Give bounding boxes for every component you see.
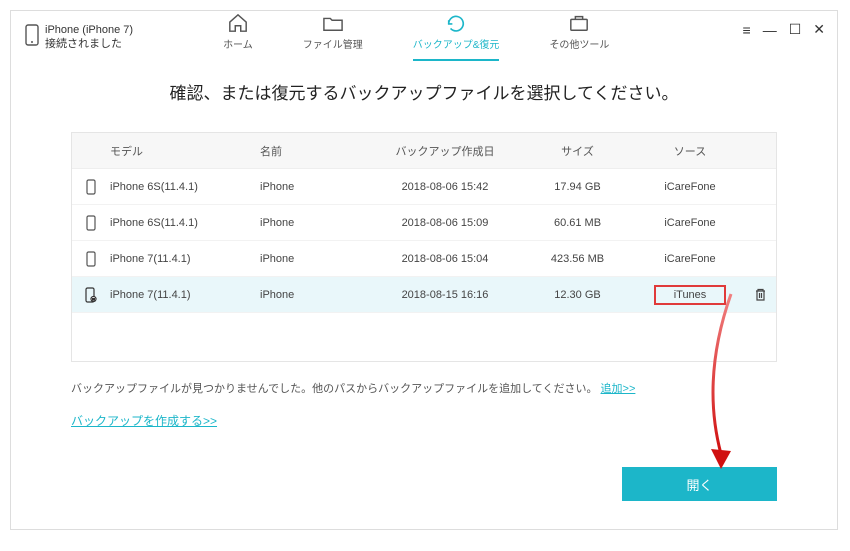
- cell-source: iCareFone: [635, 253, 745, 265]
- phone-icon: [25, 24, 39, 51]
- tab-files-label: ファイル管理: [303, 36, 363, 51]
- add-link[interactable]: 追加>>: [601, 383, 636, 395]
- notfound-text: バックアップファイルが見つかりませんでした。他のパスからバックアップファイルを追…: [71, 383, 597, 395]
- cell-name: iPhone: [260, 181, 370, 193]
- cell-source: iCareFone: [635, 181, 745, 193]
- cell-source: iCareFone: [635, 217, 745, 229]
- minimize-button[interactable]: —: [763, 22, 777, 38]
- delete-button[interactable]: [745, 288, 775, 302]
- open-button[interactable]: 開く: [622, 467, 777, 501]
- tab-home-label: ホーム: [223, 36, 253, 51]
- cell-name: iPhone: [260, 253, 370, 265]
- phone-icon: [72, 251, 110, 267]
- cell-name: iPhone: [260, 217, 370, 229]
- cell-size: 12.30 GB: [520, 289, 635, 301]
- table-row[interactable]: iPhone 6S(11.4.1) iPhone 2018-08-06 15:0…: [72, 205, 776, 241]
- cell-model: iPhone 6S(11.4.1): [110, 217, 260, 229]
- th-size: サイズ: [520, 143, 635, 159]
- cell-model: iPhone 6S(11.4.1): [110, 181, 260, 193]
- create-backup-link[interactable]: バックアップを作成する>>: [71, 412, 217, 429]
- device-info: iPhone (iPhone 7) 接続されました: [25, 23, 133, 51]
- titlebar: iPhone (iPhone 7) 接続されました ホーム ファイル管理 バック…: [11, 11, 837, 55]
- cell-model: iPhone 7(11.4.1): [110, 289, 260, 301]
- table-row[interactable]: iPhone 6S(11.4.1) iPhone 2018-08-06 15:4…: [72, 169, 776, 205]
- table-row[interactable]: iPhone 7(11.4.1) iPhone 2018-08-15 16:16…: [72, 277, 776, 313]
- cell-size: 423.56 MB: [520, 253, 635, 265]
- phone-icon: [72, 179, 110, 195]
- menu-icon[interactable]: ≡: [743, 22, 751, 38]
- th-date: バックアップ作成日: [370, 143, 520, 159]
- phone-icon: [72, 215, 110, 231]
- cell-model: iPhone 7(11.4.1): [110, 253, 260, 265]
- close-button[interactable]: ✕: [813, 21, 825, 38]
- tab-backup-label: バックアップ&復元: [413, 36, 500, 51]
- cell-date: 2018-08-06 15:04: [370, 253, 520, 265]
- footer: バックアップファイルが見つかりませんでした。他のパスからバックアップファイルを追…: [71, 380, 777, 430]
- page-prompt: 確認、または復元するバックアップファイルを選択してください。: [71, 79, 777, 104]
- cell-source: iTunes: [635, 285, 745, 305]
- table-header: モデル 名前 バックアップ作成日 サイズ ソース: [72, 133, 776, 169]
- device-status: 接続されました: [45, 37, 133, 51]
- cell-date: 2018-08-06 15:42: [370, 181, 520, 193]
- th-name: 名前: [260, 143, 370, 159]
- tab-tools[interactable]: その他ツール: [549, 13, 609, 61]
- maximize-button[interactable]: ☐: [789, 21, 802, 38]
- cell-name: iPhone: [260, 289, 370, 301]
- app-window: iPhone (iPhone 7) 接続されました ホーム ファイル管理 バック…: [10, 10, 838, 530]
- th-model: モデル: [110, 143, 260, 159]
- tab-files[interactable]: ファイル管理: [303, 13, 363, 61]
- th-source: ソース: [635, 143, 745, 159]
- phone-lock-icon: [72, 287, 110, 303]
- table-row[interactable]: iPhone 7(11.4.1) iPhone 2018-08-06 15:04…: [72, 241, 776, 277]
- device-name: iPhone (iPhone 7): [45, 23, 133, 37]
- cell-size: 60.61 MB: [520, 217, 635, 229]
- backup-table: モデル 名前 バックアップ作成日 サイズ ソース iPhone 6S(11.4.…: [71, 132, 777, 362]
- tab-home[interactable]: ホーム: [223, 13, 253, 61]
- window-controls: ≡ — ☐ ✕: [743, 21, 825, 38]
- tab-tools-label: その他ツール: [549, 36, 609, 51]
- cell-size: 17.94 GB: [520, 181, 635, 193]
- source-highlight: iTunes: [654, 285, 727, 305]
- tab-backup[interactable]: バックアップ&復元: [413, 13, 500, 61]
- cell-date: 2018-08-15 16:16: [370, 289, 520, 301]
- cell-date: 2018-08-06 15:09: [370, 217, 520, 229]
- main-content: 確認、または復元するバックアップファイルを選択してください。 モデル 名前 バッ…: [11, 55, 837, 430]
- nav-tabs: ホーム ファイル管理 バックアップ&復元 その他ツール: [223, 13, 609, 61]
